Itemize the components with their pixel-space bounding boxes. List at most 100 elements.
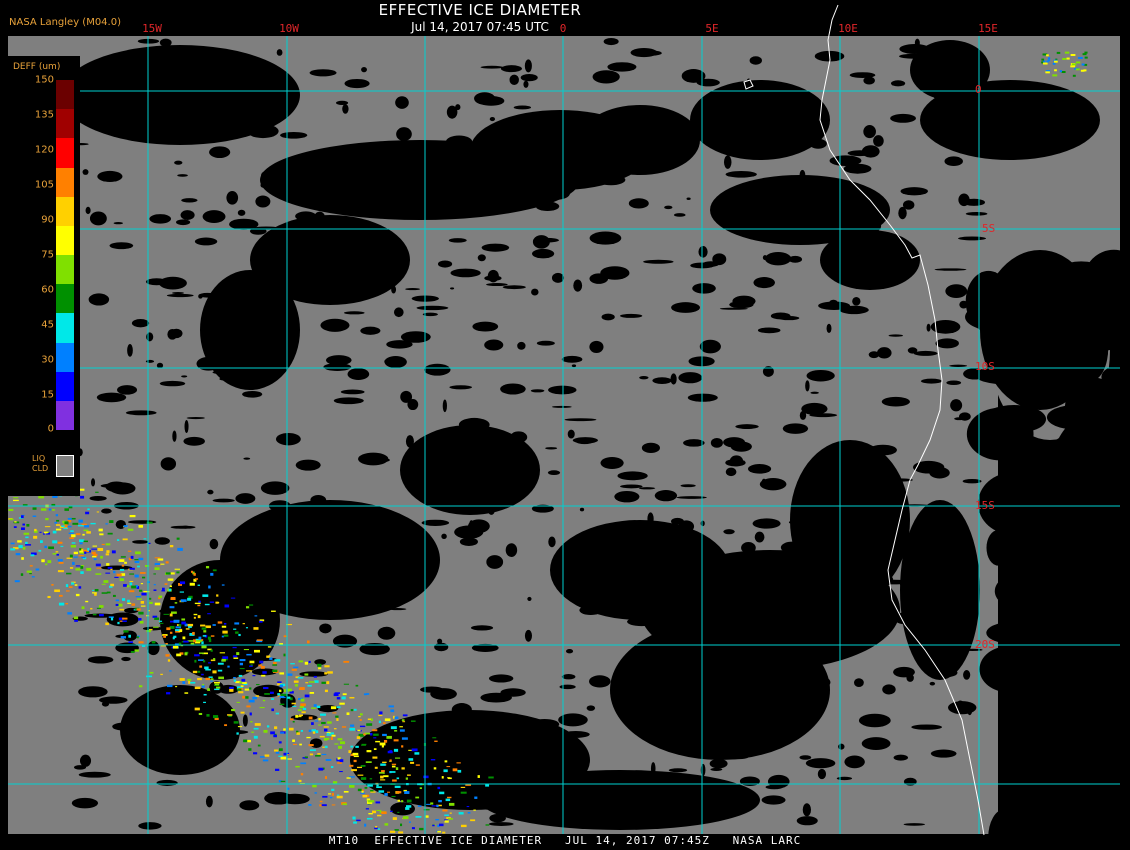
- ice-pixel: [411, 827, 415, 830]
- ice-pixel: [307, 684, 312, 687]
- ice-pixel: [21, 557, 24, 560]
- ice-pixel: [249, 687, 252, 690]
- ice-pixel: [52, 540, 58, 544]
- ice-pixel: [331, 734, 336, 737]
- ice-pixel: [387, 750, 393, 754]
- clear-sky-patch: [920, 582, 929, 590]
- ice-pixel: [87, 508, 90, 511]
- ice-pixel: [1064, 51, 1070, 54]
- ice-pixel: [334, 692, 341, 694]
- clear-sky-patch: [716, 652, 723, 663]
- clear-sky-patch: [722, 731, 750, 746]
- ice-pixel: [1052, 74, 1058, 77]
- clear-sky-patch: [338, 558, 346, 568]
- ice-pixel: [379, 711, 383, 715]
- clear-sky-patch: [700, 763, 706, 777]
- clear-sky-patch: [210, 78, 229, 86]
- clear-sky-patch: [838, 743, 845, 750]
- ice-pixel: [336, 794, 340, 796]
- ice-pixel: [90, 522, 96, 525]
- ice-pixel: [192, 631, 195, 635]
- clear-sky-patch: [818, 598, 845, 601]
- clear-sky-patch: [933, 96, 943, 99]
- ice-pixel: [100, 555, 103, 559]
- clear-sky-patch: [468, 144, 487, 152]
- clear-sky-patch: [202, 210, 226, 224]
- ice-pixel: [86, 531, 91, 534]
- clear-sky-patch: [449, 385, 473, 390]
- clear-sky-patch: [347, 368, 370, 380]
- clear-sky-patch: [480, 65, 504, 69]
- clear-sky-patch: [647, 512, 654, 526]
- clear-sky-patch: [873, 135, 884, 147]
- clear-sky-patch: [710, 437, 723, 448]
- clear-sky-patch: [662, 619, 690, 631]
- ice-pixel: [10, 542, 15, 545]
- ice-pixel: [44, 526, 51, 528]
- ice-pixel: [151, 641, 156, 644]
- ice-pixel: [138, 611, 144, 615]
- clear-sky-patch: [524, 629, 532, 642]
- ice-pixel: [323, 728, 328, 732]
- ice-pixel: [264, 754, 270, 757]
- ice-pixel: [135, 595, 141, 598]
- ice-pixel: [466, 805, 470, 808]
- ice-pixel: [321, 804, 327, 807]
- clear-sky-patch: [551, 272, 565, 283]
- clear-sky-patch: [699, 339, 721, 354]
- clear-sky-patch: [617, 471, 648, 481]
- ice-pixel: [320, 713, 326, 716]
- ice-pixel: [255, 695, 259, 697]
- ice-pixel: [394, 730, 398, 732]
- ice-pixel: [54, 521, 57, 524]
- ice-pixel: [369, 778, 373, 780]
- ice-pixel: [57, 541, 63, 544]
- ice-pixel: [75, 568, 81, 571]
- clear-sky-patch: [466, 433, 472, 443]
- ice-pixel: [193, 616, 196, 619]
- ice-pixel: [183, 640, 189, 643]
- clear-sky-patch: [847, 150, 873, 157]
- clear-sky-patch: [391, 285, 397, 294]
- ice-pixel: [383, 739, 388, 743]
- ice-pixel: [175, 629, 180, 632]
- ice-pixel: [98, 528, 103, 532]
- ice-pixel: [185, 628, 190, 630]
- clear-sky-patch: [421, 519, 450, 526]
- ice-pixel: [401, 745, 404, 748]
- clear-sky-patch: [180, 210, 195, 220]
- clear-sky-patch: [592, 70, 620, 84]
- clear-sky-patch: [725, 171, 757, 178]
- ice-pixel: [365, 808, 369, 810]
- ice-pixel: [75, 565, 81, 567]
- ice-pixel: [198, 636, 202, 640]
- clear-sky-patch: [723, 437, 746, 448]
- ice-pixel: [438, 799, 442, 803]
- ice-pixel: [74, 584, 78, 586]
- clear-sky-patch: [332, 634, 358, 648]
- ice-pixel: [123, 525, 128, 528]
- clear-sky-patch: [567, 429, 575, 439]
- clear-sky-patch: [638, 551, 644, 565]
- ice-pixel: [138, 524, 144, 528]
- clear-sky-patch: [965, 211, 988, 216]
- clear-sky-patch: [784, 661, 808, 671]
- ice-pixel: [262, 699, 266, 702]
- ice-pixel: [356, 736, 361, 739]
- clear-sky-patch: [767, 774, 790, 789]
- ice-pixel: [92, 589, 95, 591]
- ice-pixel: [77, 525, 84, 527]
- ice-pixel: [134, 649, 139, 652]
- ice-pixel: [146, 629, 151, 633]
- ice-pixel: [138, 685, 143, 688]
- ice-pixel: [359, 719, 362, 721]
- ice-pixel: [127, 528, 134, 531]
- ice-pixel: [192, 670, 198, 674]
- clear-sky-patch: [950, 399, 963, 412]
- clear-sky-patch: [914, 38, 920, 48]
- ice-pixel: [60, 545, 64, 547]
- clear-sky-patch: [881, 396, 910, 407]
- clear-sky-patch: [400, 331, 431, 343]
- clear-sky-patch: [260, 321, 290, 332]
- clear-sky-patch: [1046, 405, 1104, 430]
